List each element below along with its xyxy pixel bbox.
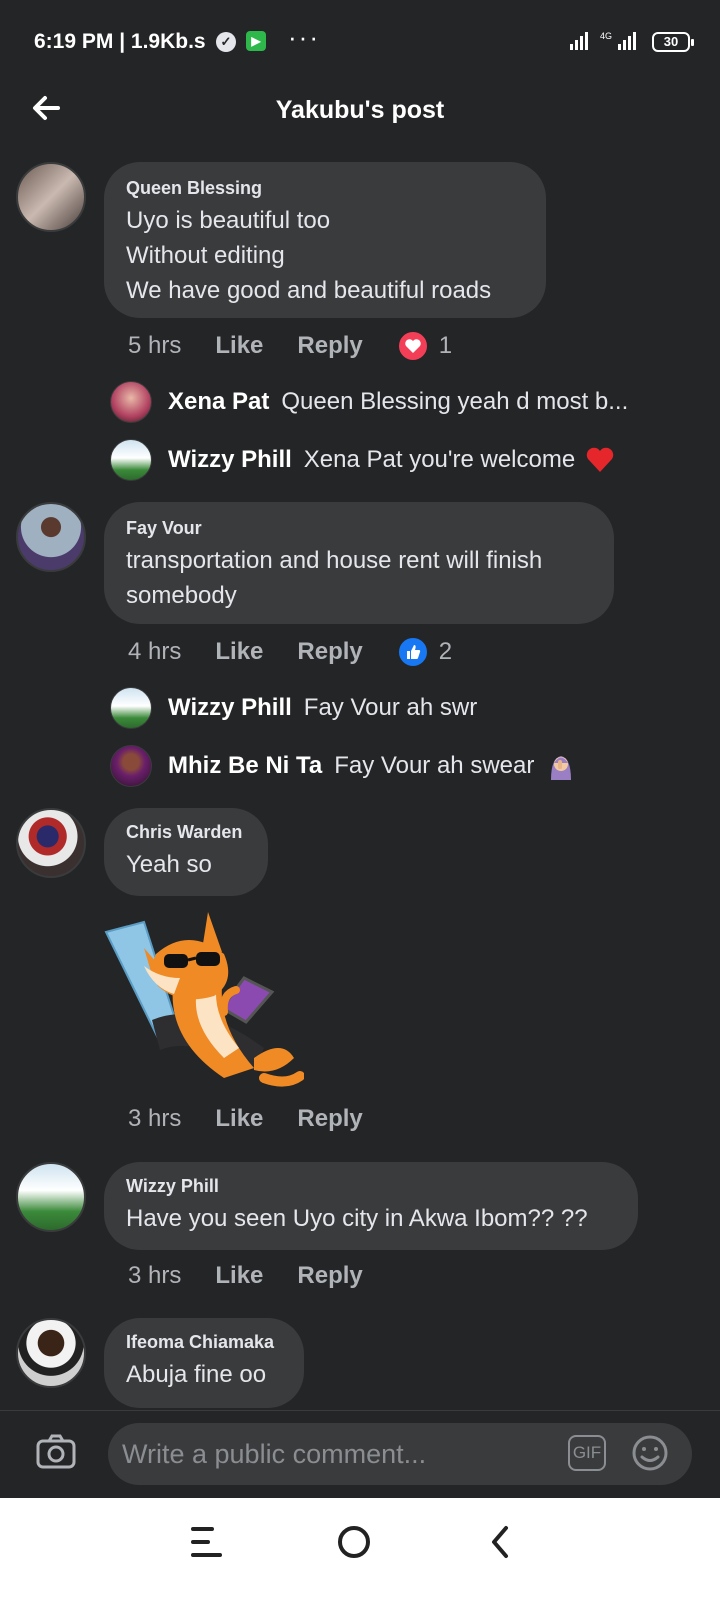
comment-bubble: Ifeoma Chiamaka Abuja fine oo	[104, 1318, 304, 1408]
reply-text: Xena Pat you're welcome	[303, 446, 576, 473]
reply-button[interactable]: Reply	[297, 332, 362, 360]
comment-time: 5 hrs	[128, 332, 182, 359]
like-reaction-icon	[396, 636, 429, 668]
battery-icon: 30	[652, 32, 694, 52]
comment-input[interactable]: Write a public comment... GIF	[108, 1423, 692, 1485]
comment-actions: 4 hrs Like Reply 2	[128, 636, 452, 668]
avatar	[110, 687, 152, 729]
like-button[interactable]: Like	[215, 638, 263, 666]
comment-bubble: Queen Blessing Uyo is beautiful too With…	[104, 162, 546, 318]
reply-item[interactable]: Wizzy Phill Fay Vour ah swr	[110, 687, 477, 729]
reply-text: Queen Blessing yeah d most b...	[281, 388, 629, 415]
reply-text: Fay Vour ah swr	[303, 694, 478, 721]
avatar[interactable]	[16, 808, 86, 878]
woman-facepalming-emoji-icon	[551, 756, 572, 780]
reply-item[interactable]: Mhiz Be Ni Ta Fay Vour ah swear	[110, 745, 576, 787]
avatar[interactable]	[16, 1162, 86, 1232]
reply-button[interactable]: Reply	[297, 1105, 362, 1133]
comment-time: 3 hrs	[128, 1262, 182, 1289]
comment-bubble: Wizzy Phill Have you seen Uyo city in Ak…	[104, 1162, 638, 1250]
comment-text: Have you seen Uyo city in Akwa Ibom?? ??	[126, 1205, 588, 1232]
avatar	[110, 439, 152, 481]
like-button[interactable]: Like	[215, 1262, 263, 1290]
more-notifications-icon: ···	[288, 22, 320, 52]
like-button[interactable]: Like	[215, 1105, 263, 1133]
comment-text: Uyo is beautiful too Without editing We …	[126, 207, 492, 304]
status-bar: 6:19 PM | 1.9Kb.s ✓ ▶ ··· 4G 30	[0, 0, 720, 80]
reply-button[interactable]: Reply	[297, 1262, 362, 1290]
reply-author[interactable]: Mhiz Be Ni Ta	[168, 752, 322, 780]
signal-icon: 4G	[570, 31, 636, 50]
verified-icon: ✓	[216, 32, 236, 52]
gif-button[interactable]: GIF	[568, 1435, 606, 1471]
comment-author[interactable]: Ifeoma Chiamaka	[126, 1332, 282, 1353]
system-navigation-bar	[0, 1498, 720, 1600]
fox-sticker[interactable]	[104, 908, 304, 1098]
avatar[interactable]	[16, 1318, 86, 1388]
comment-composer: Write a public comment... GIF	[0, 1410, 720, 1498]
love-reaction-icon	[396, 330, 429, 362]
comment-author[interactable]: Wizzy Phill	[126, 1176, 616, 1197]
comment-time: 4 hrs	[128, 638, 182, 665]
comment-input-placeholder: Write a public comment...	[122, 1439, 427, 1469]
comment-actions: 5 hrs Like Reply 1	[128, 330, 452, 362]
reaction-count: 2	[438, 638, 453, 665]
reaction-count: 1	[438, 332, 453, 359]
comment-time: 3 hrs	[128, 1105, 182, 1132]
reaction-summary[interactable]: 1	[396, 330, 453, 362]
comment-author[interactable]: Fay Vour	[126, 518, 592, 539]
comment-actions: 3 hrs Like Reply	[128, 1105, 397, 1133]
comment-text: transportation and house rent will finis…	[126, 547, 543, 609]
reply-text: Fay Vour ah swear	[334, 752, 535, 779]
reply-button[interactable]: Reply	[297, 638, 362, 666]
reply-author[interactable]: Wizzy Phill	[168, 446, 292, 474]
top-bar: Yakubu's post	[0, 80, 720, 142]
avatar[interactable]	[16, 502, 86, 572]
comment-text: Abuja fine oo	[126, 1361, 267, 1388]
comment-bubble: Fay Vour transportation and house rent w…	[104, 502, 614, 624]
avatar	[110, 745, 152, 787]
comment-bubble: Chris Warden Yeah so	[104, 808, 268, 896]
avatar[interactable]	[16, 162, 86, 232]
comment-actions: 3 hrs Like Reply	[128, 1262, 397, 1290]
page-title: Yakubu's post	[275, 96, 445, 124]
like-button[interactable]: Like	[215, 332, 263, 360]
reply-author[interactable]: Wizzy Phill	[168, 694, 292, 722]
recent-apps-icon[interactable]	[190, 1524, 224, 1565]
comment-author[interactable]: Queen Blessing	[126, 178, 524, 199]
camera-icon[interactable]	[36, 1433, 76, 1469]
red-heart-icon	[586, 447, 614, 472]
reaction-summary[interactable]: 2	[396, 636, 453, 668]
reply-author[interactable]: Xena Pat	[168, 388, 269, 416]
reply-item[interactable]: Xena Pat Queen Blessing yeah d most b...	[110, 381, 628, 423]
comment-text: Yeah so	[126, 851, 212, 878]
home-icon[interactable]	[336, 1524, 372, 1565]
network-type: 4G	[600, 31, 612, 41]
status-time: 6:19 PM | 1.9Kb.s	[34, 30, 206, 53]
back-icon[interactable]	[488, 1524, 512, 1565]
reply-item[interactable]: Wizzy Phill Xena Pat you're welcome	[110, 439, 615, 481]
emoji-icon[interactable]	[630, 1433, 670, 1473]
comment-author[interactable]: Chris Warden	[126, 822, 246, 843]
app-notification-icon: ▶	[246, 31, 266, 51]
avatar	[110, 381, 152, 423]
